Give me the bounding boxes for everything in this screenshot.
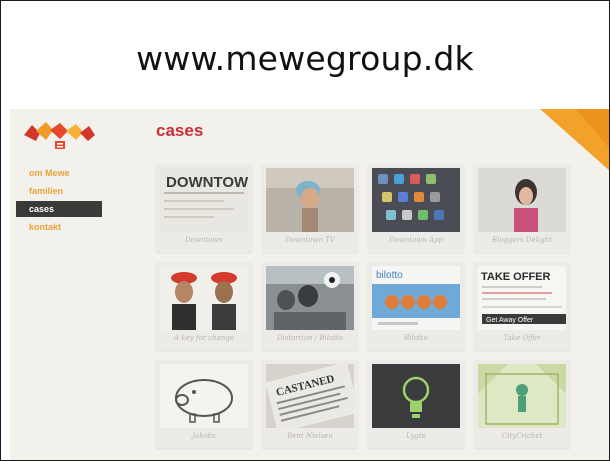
case-thumbnail: CASTANED xyxy=(266,364,354,428)
case-caption: Downtown App xyxy=(388,236,444,244)
case-card[interactable]: A key for change xyxy=(156,262,252,350)
case-caption: Jakobs xyxy=(192,432,216,440)
case-card[interactable]: bilotto Bilotto xyxy=(368,262,464,350)
case-thumb-text: TAKE OFFER xyxy=(481,271,551,283)
case-card[interactable]: Jakobs xyxy=(156,360,252,448)
site-nav: om Mewe familien cases kontakt xyxy=(16,165,102,237)
case-caption: Distortion / Bilotto xyxy=(276,334,344,342)
case-card[interactable]: Downtown App xyxy=(368,164,464,252)
nav-item-om-mewe[interactable]: om Mewe xyxy=(16,165,102,181)
case-card[interactable]: CityCricket xyxy=(474,360,570,448)
case-thumb-text: bilotto xyxy=(376,270,403,281)
case-caption: Downtown TV xyxy=(285,236,335,244)
case-card[interactable]: CASTANED Bent Nielsen xyxy=(262,360,358,448)
corner-decoration-inner xyxy=(576,109,609,149)
case-caption: Downtown xyxy=(185,236,223,244)
case-thumbnail xyxy=(266,168,354,232)
nav-item-familien[interactable]: familien xyxy=(16,183,102,199)
case-thumb-text: DOWNTOWN xyxy=(166,174,248,191)
case-caption: Bent Nielsen xyxy=(287,432,333,440)
case-thumbnail xyxy=(478,364,566,428)
case-caption: Lygte xyxy=(406,432,426,440)
case-card[interactable]: Bloggers Delight xyxy=(474,164,570,252)
case-caption: Bloggers Delight xyxy=(492,236,552,244)
case-caption: A key for change xyxy=(174,334,234,342)
case-thumbnail xyxy=(160,266,248,330)
slide: www.mewegroup.dk om Mewe familien cases … xyxy=(0,0,610,461)
mewe-logo[interactable] xyxy=(22,119,97,153)
case-caption: CityCricket xyxy=(501,432,543,440)
case-caption: Bilotto xyxy=(404,334,428,342)
case-thumbnail xyxy=(478,168,566,232)
nav-item-cases[interactable]: cases xyxy=(16,201,102,217)
cases-grid: DOWNTOWN Downtown Downtown TV xyxy=(156,164,606,454)
case-card[interactable]: DOWNTOWN Downtown xyxy=(156,164,252,252)
website-screenshot: om Mewe familien cases kontakt cases DOW… xyxy=(10,109,609,460)
slide-title: www.mewegroup.dk xyxy=(136,39,474,78)
case-card[interactable]: Downtown TV xyxy=(262,164,358,252)
case-thumbnail: bilotto xyxy=(372,266,460,330)
case-thumbnail: TAKE OFFER Get Away Offer xyxy=(478,266,566,330)
case-thumbnail xyxy=(372,168,460,232)
case-thumbnail: DOWNTOWN xyxy=(160,168,248,232)
case-card[interactable]: Distortion / Bilotto xyxy=(262,262,358,350)
nav-item-kontakt[interactable]: kontakt xyxy=(16,219,102,235)
case-card[interactable]: Lygte xyxy=(368,360,464,448)
case-thumbnail xyxy=(160,364,248,428)
case-thumbnail xyxy=(266,266,354,330)
case-caption: Take Offer xyxy=(503,334,541,342)
case-thumb-subtext: Get Away Offer xyxy=(486,317,534,324)
case-card[interactable]: TAKE OFFER Get Away Offer Take Offer xyxy=(474,262,570,350)
page-heading: cases xyxy=(156,121,204,140)
case-thumbnail xyxy=(372,364,460,428)
